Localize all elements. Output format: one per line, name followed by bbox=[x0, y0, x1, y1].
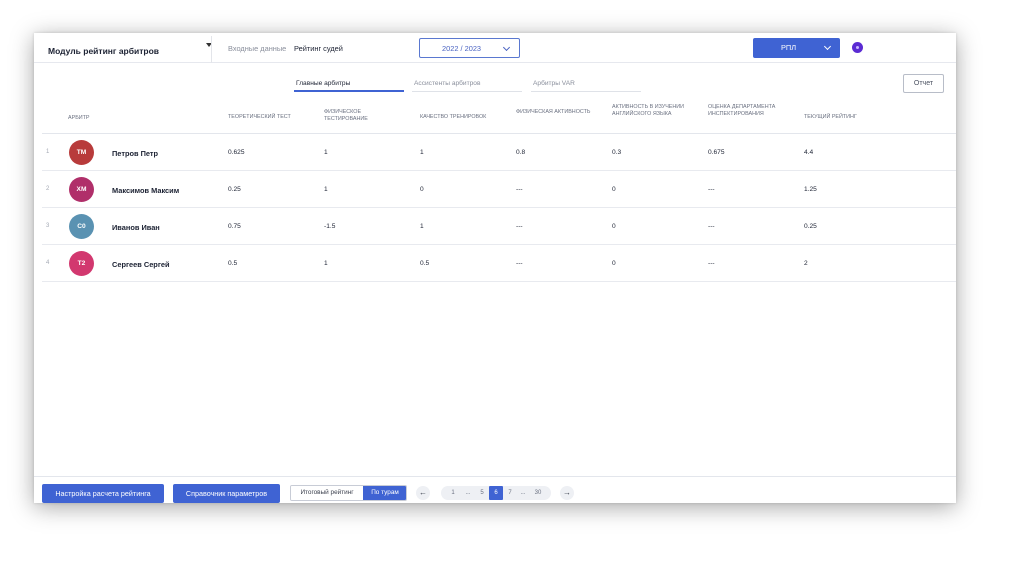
user-avatar-icon[interactable] bbox=[852, 42, 863, 53]
cell-training-quality: 0.5 bbox=[420, 260, 430, 267]
page-1[interactable]: 1 bbox=[445, 486, 461, 500]
avatar: ХМ bbox=[69, 177, 94, 202]
cell-training-quality: 1 bbox=[420, 149, 424, 156]
arrow-right-icon[interactable]: → bbox=[560, 486, 574, 500]
app-window: Модуль рейтинг арбитров Входные данные Р… bbox=[34, 33, 956, 503]
cell-english-activity: 0 bbox=[612, 186, 616, 193]
league-selector[interactable]: РПЛ bbox=[753, 38, 840, 58]
tab-input-data[interactable]: Входные данные bbox=[228, 44, 286, 53]
cell-theory-test: 0.625 bbox=[228, 149, 245, 156]
league-value: РПЛ bbox=[781, 43, 797, 52]
table-row[interactable]: 4 Т2 Сергеев Сергей 0.5 1 0.5 --- 0 --- … bbox=[42, 245, 956, 282]
rating-mode-toggle: Итоговый рейтинг По турам bbox=[290, 485, 407, 501]
page-6[interactable]: 6 bbox=[489, 486, 503, 500]
cell-physical-test: 1 bbox=[324, 186, 328, 193]
report-button[interactable]: Отчет bbox=[903, 74, 944, 93]
top-header: Модуль рейтинг арбитров Входные данные Р… bbox=[34, 33, 956, 63]
page-5[interactable]: 5 bbox=[475, 486, 489, 500]
table-row[interactable]: 1 ТМ Петров Петр 0.625 1 1 0.8 0.3 0.675… bbox=[42, 134, 956, 171]
cell-physical-activity: 0.8 bbox=[516, 149, 526, 156]
referee-name[interactable]: Петров Петр bbox=[112, 149, 158, 158]
chevron-down-icon bbox=[502, 43, 511, 52]
cell-training-quality: 1 bbox=[420, 223, 424, 230]
referee-name[interactable]: Максимов Максим bbox=[112, 186, 179, 195]
cell-physical-activity: --- bbox=[516, 186, 523, 193]
cell-physical-activity: --- bbox=[516, 260, 523, 267]
cell-theory-test: 0.75 bbox=[228, 223, 241, 230]
cell-physical-test: 1 bbox=[324, 149, 328, 156]
row-number: 2 bbox=[46, 186, 50, 192]
avatar: С0 bbox=[69, 214, 94, 239]
cell-physical-activity: --- bbox=[516, 223, 523, 230]
module-selector[interactable]: Модуль рейтинг арбитров bbox=[48, 41, 212, 57]
table-row[interactable]: 3 С0 Иванов Иван 0.75 -1.5 1 --- 0 --- 0… bbox=[42, 208, 956, 245]
column-header-training-quality: Качество тренировок bbox=[420, 114, 487, 120]
row-number: 4 bbox=[46, 260, 50, 266]
rating-settings-button[interactable]: Настройка расчета рейтинга bbox=[42, 484, 164, 503]
column-header-referee: Арбитр bbox=[68, 115, 90, 121]
page-7[interactable]: 7 bbox=[503, 486, 517, 500]
column-header-current-rating: Текущий рейтинг bbox=[804, 114, 857, 120]
column-header-theory-test: Теоретический тест bbox=[228, 114, 291, 120]
season-value: 2022 / 2023 bbox=[442, 44, 482, 53]
cell-training-quality: 0 bbox=[420, 186, 424, 193]
cell-physical-test: -1.5 bbox=[324, 223, 336, 230]
toggle-by-rounds[interactable]: По турам bbox=[363, 486, 406, 500]
cell-physical-test: 1 bbox=[324, 260, 328, 267]
avatar: ТМ bbox=[69, 140, 94, 165]
cell-english-activity: 0 bbox=[612, 223, 616, 230]
cell-english-activity: 0.3 bbox=[612, 149, 622, 156]
page-ellipsis: ... bbox=[520, 490, 526, 496]
cell-inspection-score: --- bbox=[708, 223, 715, 230]
table-row[interactable]: 2 ХМ Максимов Максим 0.25 1 0 --- 0 --- … bbox=[42, 171, 956, 208]
footer-bar: Настройка расчета рейтинга Справочник па… bbox=[34, 476, 956, 503]
cell-inspection-score: --- bbox=[708, 186, 715, 193]
cell-inspection-score: --- bbox=[708, 260, 715, 267]
page-ellipsis: ... bbox=[465, 490, 471, 496]
column-header-physical-test: Физическое тестирование bbox=[324, 109, 368, 122]
subtab-var-referees[interactable]: Арбитры VAR bbox=[531, 80, 641, 92]
column-header-inspection-score: Оценка департамента инспектирования bbox=[708, 104, 776, 117]
subtab-main-referees[interactable]: Главные арбитры bbox=[293, 80, 405, 92]
subtab-assistant-referees[interactable]: Ассистенты арбитров bbox=[411, 80, 523, 92]
cell-theory-test: 0.25 bbox=[228, 186, 241, 193]
cell-english-activity: 0 bbox=[612, 260, 616, 267]
pagination: 1 ... 5 6 7 ... 30 bbox=[441, 486, 551, 500]
row-number: 1 bbox=[46, 149, 50, 155]
tab-referee-rating[interactable]: Рейтинг судей bbox=[294, 44, 343, 53]
referee-name[interactable]: Сергеев Сергей bbox=[112, 260, 170, 269]
arrow-left-icon[interactable]: ← bbox=[416, 486, 430, 500]
parameters-reference-button[interactable]: Справочник параметров bbox=[173, 484, 280, 503]
avatar: Т2 bbox=[69, 251, 94, 276]
cell-theory-test: 0.5 bbox=[228, 260, 238, 267]
cell-current-rating: 0.25 bbox=[804, 223, 817, 230]
column-header-physical-activity: Физическая активность bbox=[516, 109, 591, 115]
season-selector[interactable]: 2022 / 2023 bbox=[419, 38, 520, 58]
toggle-final-rating[interactable]: Итоговый рейтинг bbox=[291, 486, 363, 500]
cell-current-rating: 4.4 bbox=[804, 149, 814, 156]
cell-inspection-score: 0.675 bbox=[708, 149, 725, 156]
header-divider bbox=[211, 36, 212, 63]
module-title: Модуль рейтинг арбитров bbox=[48, 46, 159, 56]
referee-name[interactable]: Иванов Иван bbox=[112, 223, 160, 232]
chevron-down-icon bbox=[823, 42, 832, 51]
row-number: 3 bbox=[46, 223, 50, 229]
column-header-english-activity: Активность в изучении английского языка bbox=[612, 104, 685, 117]
cell-current-rating: 1.25 bbox=[804, 186, 817, 193]
cell-current-rating: 2 bbox=[804, 260, 808, 267]
page-30[interactable]: 30 bbox=[529, 486, 547, 500]
